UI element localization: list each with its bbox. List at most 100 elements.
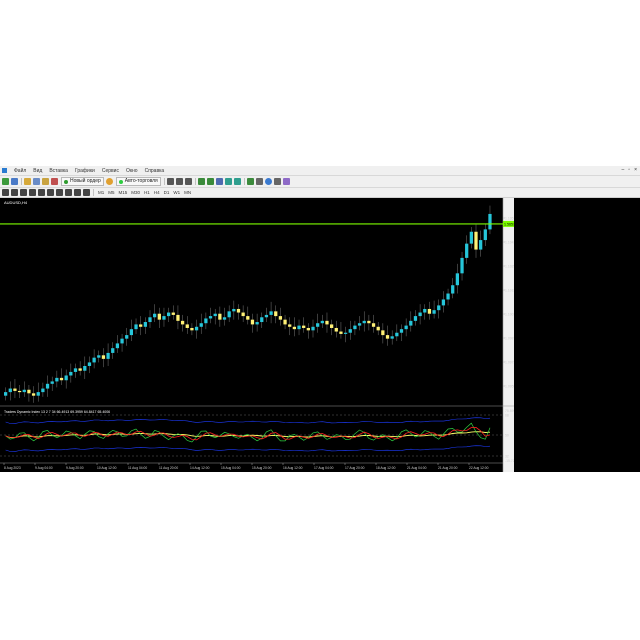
autoscroll-icon[interactable]: [224, 178, 232, 185]
tdi-max-label: 75.5990: [505, 409, 514, 413]
menu-item-help[interactable]: Справка: [145, 168, 165, 174]
candle-body: [432, 310, 436, 314]
navigator-icon[interactable]: [33, 178, 40, 185]
periods-icon[interactable]: [264, 178, 272, 185]
profiles-icon[interactable]: [11, 178, 18, 185]
candle-body: [4, 392, 8, 396]
bar-chart-icon[interactable]: [166, 178, 174, 185]
candle-body: [390, 336, 394, 339]
candle-body: [376, 326, 380, 331]
candle-body: [41, 388, 45, 393]
menu-item-tools[interactable]: Сервис: [102, 168, 119, 174]
label-icon[interactable]: [74, 189, 81, 196]
candle-body: [101, 355, 106, 359]
candle-body: [469, 231, 473, 244]
candle-body: [236, 308, 241, 313]
crosshair-icon[interactable]: [11, 189, 18, 196]
candle-body: [488, 213, 492, 230]
menu-item-charts[interactable]: Графики: [75, 168, 95, 174]
new-order-icon: [64, 179, 68, 184]
indicators-icon[interactable]: [246, 178, 254, 185]
menu-item-file[interactable]: Файл: [14, 168, 26, 174]
candle-body: [409, 320, 413, 326]
cursor-icon[interactable]: [2, 189, 9, 196]
menu-item-insert[interactable]: Вставка: [49, 168, 68, 174]
candle-body: [176, 314, 180, 321]
candle-body: [222, 317, 227, 320]
meta-editor-icon[interactable]: [105, 178, 113, 185]
empty-chart-area: [514, 198, 640, 472]
candle-body: [353, 325, 357, 330]
timeframe-m15[interactable]: M15: [119, 190, 128, 195]
candle-body: [413, 316, 418, 321]
timeframe-h1[interactable]: H1: [144, 190, 150, 195]
menu-item-window[interactable]: Окно: [126, 168, 138, 174]
candle-body: [385, 335, 390, 339]
candle-body: [97, 355, 101, 358]
channel-icon[interactable]: [47, 189, 54, 196]
candle-body: [78, 368, 82, 371]
new-chart-icon[interactable]: [2, 178, 9, 185]
minimize-icon[interactable]: –: [622, 167, 625, 173]
chevron-down-icon[interactable]: [255, 178, 263, 185]
fibo-icon[interactable]: [56, 189, 63, 196]
restore-icon[interactable]: ▫: [628, 167, 630, 173]
chart-canvas[interactable]: 1.5657 1.10575 1.10435 1.10295 1.10155 1.1001…: [0, 198, 514, 472]
line-chart-icon[interactable]: [184, 178, 192, 185]
tdi-level-label: 68: [505, 413, 509, 417]
hline-icon[interactable]: [29, 189, 36, 196]
vline-icon[interactable]: [20, 189, 27, 196]
candle-body: [213, 313, 217, 317]
strategy-tester-icon[interactable]: [51, 178, 58, 185]
timeframe-m1[interactable]: M1: [98, 190, 104, 195]
candle-body: [69, 371, 73, 376]
price-tick-label: 1.10015: [505, 312, 514, 316]
candle-body: [13, 388, 17, 391]
market-watch-icon[interactable]: [24, 178, 31, 185]
timeframe-h4[interactable]: H4: [154, 190, 160, 195]
timeframe-mn[interactable]: MN: [184, 190, 191, 195]
close-icon[interactable]: ×: [634, 167, 637, 173]
candle-body: [185, 324, 189, 328]
trendline-icon[interactable]: [38, 189, 45, 196]
time-tick-label: 17 Aug 20:00: [345, 466, 365, 470]
candle-body: [115, 343, 120, 349]
templates-icon[interactable]: [282, 178, 290, 185]
candle-body: [348, 329, 352, 333]
candle-body: [180, 320, 185, 325]
timeframe-d1[interactable]: D1: [164, 190, 170, 195]
candle-body: [167, 312, 171, 317]
auto-trading-icon: [118, 179, 123, 184]
auto-trading-label: Авто-торговля: [124, 178, 158, 184]
auto-trading-button[interactable]: Авто-торговля: [115, 177, 161, 186]
time-tick-label: 18 Aug 12:00: [376, 466, 396, 470]
candle-body: [232, 308, 236, 312]
candle-body: [162, 316, 166, 320]
toolbar-separator: [93, 189, 94, 196]
new-order-button[interactable]: Новый ордер: [61, 177, 104, 186]
chart-shift-icon[interactable]: [233, 178, 241, 185]
time-tick-label: 22 Aug 12:00: [469, 466, 489, 470]
candle-body: [111, 348, 115, 353]
candle-body: [302, 325, 306, 328]
zoom-in-icon[interactable]: [197, 178, 205, 185]
grid-icon[interactable]: [215, 178, 223, 185]
timeframe-m5[interactable]: M5: [108, 190, 114, 195]
terminal-icon[interactable]: [42, 178, 49, 185]
new-order-label: Новый ордер: [70, 178, 101, 184]
candle-body: [381, 330, 385, 336]
candles-icon[interactable]: [175, 178, 183, 185]
zoom-out-icon[interactable]: [206, 178, 214, 185]
arrows-icon[interactable]: [83, 189, 90, 196]
chevron-down-icon[interactable]: [273, 178, 281, 185]
timeframe-w1[interactable]: W1: [173, 190, 180, 195]
candle-body: [283, 319, 287, 325]
candle-body: [194, 326, 199, 331]
text-icon[interactable]: [65, 189, 72, 196]
candle-body: [227, 311, 231, 318]
menu-item-view[interactable]: Вид: [33, 168, 42, 174]
time-tick-label: 15 Aug 20:00: [252, 466, 272, 470]
chart-window[interactable]: 1.5657 1.10575 1.10435 1.10295 1.10155 1.1001…: [0, 198, 514, 472]
timeframe-m30[interactable]: M30: [131, 190, 140, 195]
candle-body: [190, 327, 194, 331]
